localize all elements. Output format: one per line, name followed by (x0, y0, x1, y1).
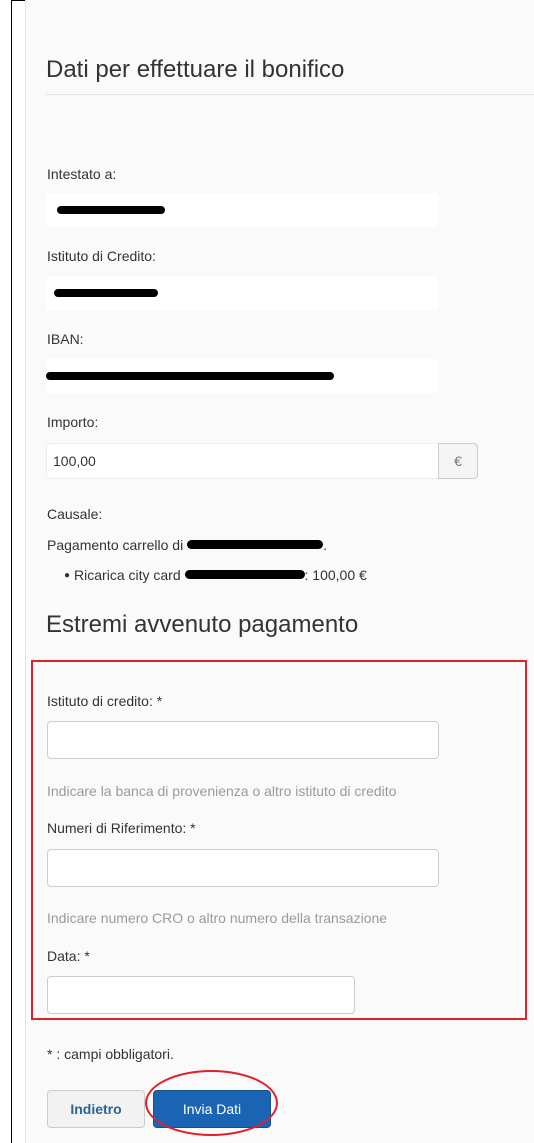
redacted-holder (57, 206, 165, 214)
redacted-customer-name (187, 540, 324, 549)
bank-value-field (46, 276, 438, 310)
reason-text: Pagamento carrello di (47, 537, 184, 553)
reference-field-label: Numeri di Riferimento: * (47, 820, 196, 836)
currency-addon: € (438, 443, 478, 479)
reason-suffix: . (323, 537, 327, 553)
cart-item: ● Ricarica city card : 100,00 € (64, 567, 367, 583)
transfer-details-title: Dati per effettuare il bonifico (46, 56, 345, 83)
back-button[interactable]: Indietro (47, 1090, 145, 1128)
bank-field-help: Indicare la banca di provenienza o altro… (47, 783, 397, 799)
bank-label: Istituto di Credito: (47, 248, 156, 264)
redacted-bank (54, 289, 158, 297)
amount-field: 100,00 (46, 443, 438, 479)
bank-input[interactable] (47, 721, 439, 759)
screenshot-frame-left (11, 0, 12, 1143)
holder-label: Intestato a: (47, 166, 117, 182)
bullet-icon: ● (64, 570, 71, 581)
reference-field-help: Indicare numero CRO o altro numero della… (47, 910, 388, 926)
date-input[interactable] (47, 976, 355, 1014)
panel-border (25, 0, 26, 1143)
payment-section-title: Estremi avvenuto pagamento (46, 611, 359, 638)
redacted-iban (46, 372, 334, 380)
date-field-label: Data: * (47, 948, 90, 964)
iban-value-field (46, 359, 438, 393)
iban-label: IBAN: (47, 331, 84, 347)
bank-field-label: Istituto di credito: * (47, 693, 163, 709)
highlight-box (31, 660, 527, 1020)
reference-input[interactable] (47, 849, 439, 887)
cart-item-text: Ricarica city card (74, 567, 181, 583)
title-divider (46, 94, 534, 95)
cart-item-amount: : 100,00 € (304, 567, 367, 583)
holder-value-field (46, 193, 438, 227)
submit-button[interactable]: Invia Dati (153, 1090, 271, 1128)
required-fields-note: * : campi obbligatori. (47, 1046, 174, 1062)
amount-label: Importo: (47, 414, 99, 430)
reason-line: Pagamento carrello di . (47, 537, 327, 553)
redacted-card-code (184, 570, 305, 579)
reason-label: Causale: (47, 506, 103, 522)
